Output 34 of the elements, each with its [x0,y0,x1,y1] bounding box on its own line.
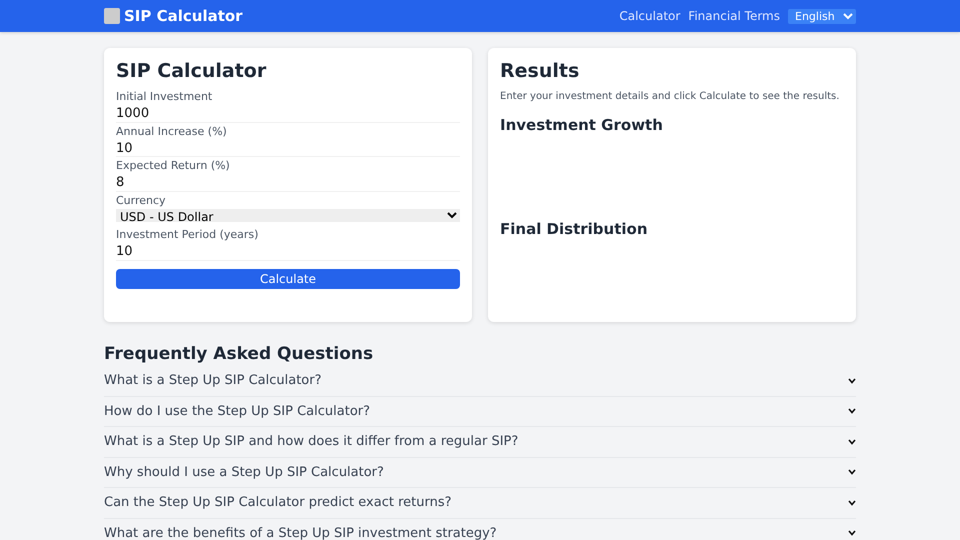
input-field[interactable]: 1000 [116,106,460,122]
logo-icon [104,8,120,24]
chevron-icon [848,530,856,536]
field-label: Annual Increase (%) [116,124,228,138]
chevron-icon [848,408,856,414]
currency-select[interactable]: USD - US Dollar [116,208,460,222]
chevron-icon [848,500,856,506]
calculate-button[interactable]: Calculate [116,268,460,288]
brand-link[interactable]: SIP Calculator [124,4,243,28]
faq-question[interactable]: Can the Step Up SIP Calculator predict exact returns? [104,488,856,518]
field-label: Investment Period (years) [116,228,260,241]
chevron-icon [848,378,856,384]
faq-question[interactable]: How do I use the Step Up SIP Calculator? [104,396,856,427]
section-heading: Investment Growth [500,116,664,134]
input-field[interactable]: 8 [116,174,460,192]
faq-heading: Frequently Asked Questions [104,344,374,364]
faq-question[interactable]: What is a Step Up SIP and how does it differ from a regular SIP? [104,427,856,458]
faq-question[interactable]: What is a Step Up SIP Calculator? [104,366,856,396]
faq-question[interactable]: Why should I use a Step Up SIP Calculator? [104,458,856,488]
nav-link[interactable]: Financial Terms [688,7,780,25]
chevron-icon [848,469,856,476]
input-field[interactable]: 10 [116,244,460,260]
field-label: Initial Investment [116,90,214,103]
language-select[interactable]: English [788,8,856,24]
card-title: SIP Calculator [116,60,268,82]
field-label: Expected Return (%) [116,159,231,172]
card-title: Results [500,60,580,82]
field-label: Currency [116,194,167,206]
nav-link[interactable]: Calculator [619,7,680,25]
input-field[interactable]: 10 [116,140,460,157]
chevron-icon [848,438,856,445]
faq-question[interactable]: What are the benefits of a Step Up SIP investment strategy? [104,518,856,540]
results-message: Enter your investment details and click Calculate to see the results. [500,90,840,104]
section-heading: Final Distribution [500,220,648,238]
